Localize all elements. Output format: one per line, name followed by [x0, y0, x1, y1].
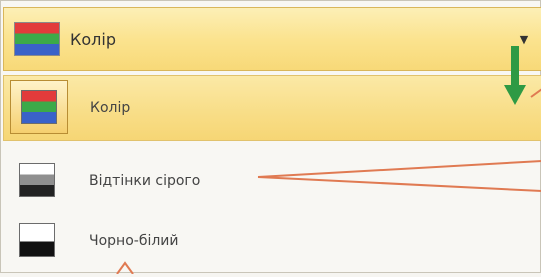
green-down-arrow-icon [504, 46, 526, 105]
annotation-overlay [116, 46, 541, 274]
annotation-lines [116, 88, 541, 274]
color-mode-dropdown: Колір ▼ Колір Відтінки сірого Чорно-біли… [0, 0, 541, 274]
